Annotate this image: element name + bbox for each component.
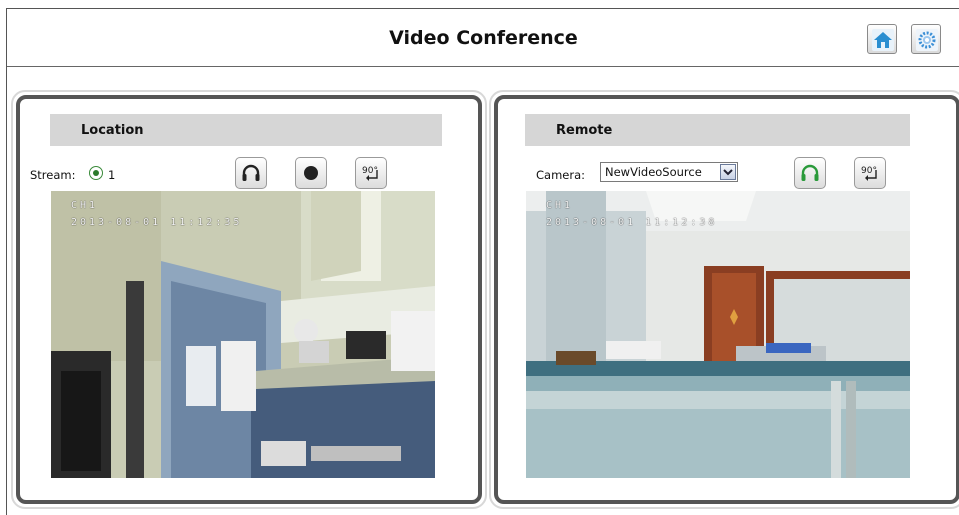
app-frame: Video Conference Location Stream: 1 90° …: [6, 8, 959, 515]
camera-select[interactable]: NewVideoSource: [600, 162, 738, 182]
rotate-icon: 90°: [362, 166, 378, 181]
remote-panel: Remote Camera: NewVideoSource 90° CH1 20…: [489, 90, 959, 509]
settings-button[interactable]: [911, 24, 941, 54]
headphones-icon: [801, 164, 819, 181]
svg-text:90°: 90°: [362, 166, 378, 176]
location-record-button[interactable]: [295, 157, 327, 189]
remote-osd-channel: CH1: [546, 200, 574, 211]
location-osd-channel: CH1: [71, 200, 99, 211]
location-panel: Location Stream: 1 90° CH1 2013-08-01 11…: [11, 90, 487, 509]
chevron-down-icon[interactable]: [720, 164, 736, 180]
remote-osd-timestamp: 2013-08-01 11:12:38: [546, 217, 718, 228]
home-icon: [872, 29, 894, 51]
location-osd-timestamp: 2013-08-01 11:12:35: [71, 217, 243, 228]
location-audio-button[interactable]: [235, 157, 267, 189]
remote-panel-title: Remote: [525, 114, 910, 146]
page-title: Video Conference: [389, 27, 578, 49]
camera-label: Camera:: [536, 168, 586, 182]
remote-audio-button[interactable]: [794, 157, 826, 189]
stream-option-label: 1: [108, 168, 116, 182]
location-rotate-button[interactable]: 90°: [355, 157, 387, 189]
rotate-icon: 90°: [861, 166, 877, 181]
camera-select-value: NewVideoSource: [605, 165, 702, 179]
stream-label: Stream:: [30, 168, 76, 182]
remote-video-image: [526, 191, 910, 478]
location-controls: Stream: 1 90°: [30, 157, 430, 189]
remote-video-feed[interactable]: CH1 2013-08-01 11:12:38: [526, 191, 910, 478]
page-header: Video Conference: [7, 9, 959, 67]
remote-controls: Camera: NewVideoSource 90°: [536, 157, 906, 189]
stream-radio-1[interactable]: [89, 166, 103, 180]
location-panel-title: Location: [50, 114, 442, 146]
location-video-image: [51, 191, 435, 478]
headphones-icon: [242, 164, 260, 181]
svg-text:90°: 90°: [861, 166, 877, 176]
record-icon: [304, 166, 318, 180]
location-video-feed[interactable]: CH1 2013-08-01 11:12:35: [51, 191, 435, 478]
home-button[interactable]: [867, 24, 897, 54]
remote-rotate-button[interactable]: 90°: [854, 157, 886, 189]
gear-icon: [916, 29, 938, 51]
